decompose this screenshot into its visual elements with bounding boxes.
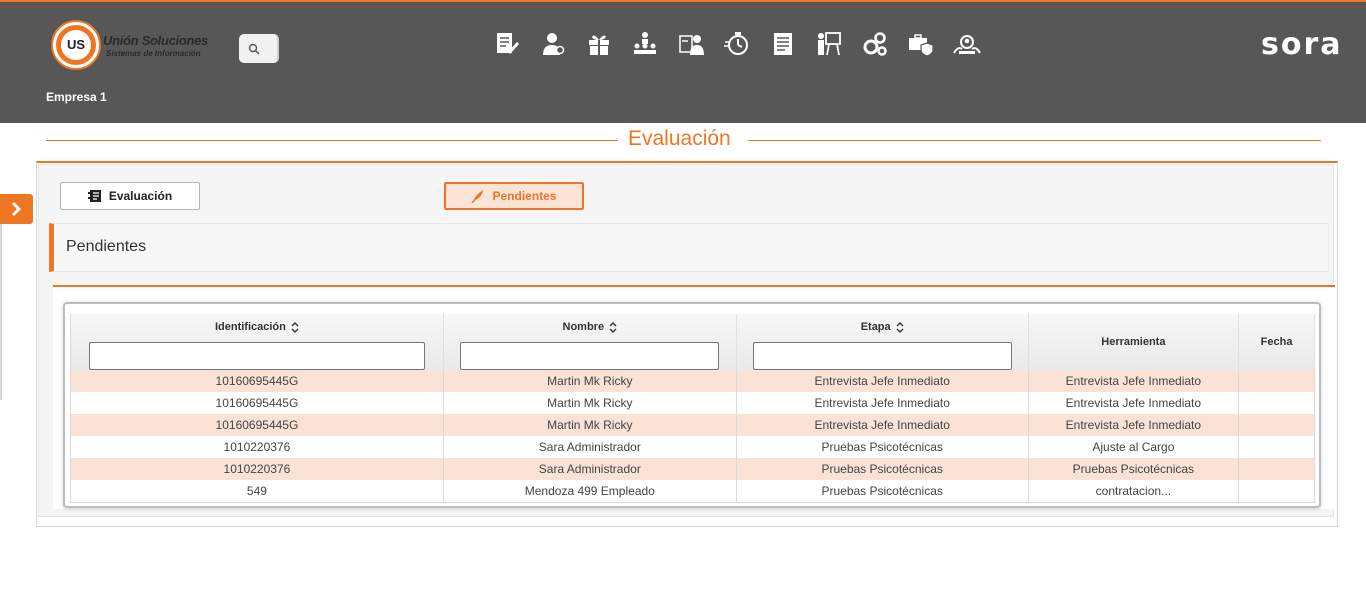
briefcase-shield-icon[interactable] [907,30,935,58]
logo-name: Unión Soluciones [103,33,208,48]
column-label: Etapa [860,321,891,333]
column-label: Nombre [562,321,605,333]
table-cell [1238,436,1315,458]
sort-icon[interactable] [609,321,617,333]
table-cell: Pruebas Psicotécnicas [1028,458,1240,480]
page-title: Evaluación [628,127,731,150]
table-row[interactable]: 10160695445G Martin Mk Ricky Entrevista Je… [70,370,1315,392]
chevron-right-icon [11,201,22,217]
column-header-nombre[interactable]: Nombre [443,314,737,370]
table-cell: Entrevista Jefe Inmediato [736,392,1029,414]
tab-pendientes[interactable]: Pendientes [444,182,584,210]
search-icon [248,43,260,55]
table-cell: Mendoza 499 Empleado [443,480,737,503]
table-cell: Sara Administrador [443,436,737,458]
logo-badge-text: US [61,30,91,60]
table-cell: Pruebas Psicotécnicas [736,436,1029,458]
table-cell [1238,414,1315,436]
table-cell: Sara Administrador [443,458,737,480]
table-cell: Entrevista Jefe Inmediato [736,370,1029,392]
sidebar-edge [0,224,2,400]
sort-icon[interactable] [896,321,904,333]
person-search-icon[interactable] [539,30,567,58]
table-row[interactable]: 1010220376 Sara Administrador Pruebas Psic… [70,436,1315,458]
table-cell: Entrevista Jefe Inmediato [1028,370,1240,392]
company-logo[interactable]: US Unión Soluciones Sistemas de Informac… [53,22,233,70]
report-list-icon[interactable] [769,30,797,58]
table-row[interactable]: 549 Mendoza 499 Empleado Pruebas Psicotécn… [70,480,1315,503]
logo-badge: US [53,22,99,68]
filter-etapa-input[interactable] [752,342,1012,370]
table-cell: Martin Mk Ricky [443,392,737,414]
search-button[interactable] [239,34,279,63]
grid-container: Identificación Nombre Etapa Herramienta … [53,285,1335,509]
top-header: US Unión Soluciones Sistemas de Informac… [0,0,1366,123]
table-row[interactable]: 10160695445G Martin Mk Ricky Entrevista Je… [70,414,1315,436]
table-cell: Ajuste al Cargo [1028,436,1240,458]
table-body: 10160695445G Martin Mk Ricky Entrevista Je… [70,370,1315,503]
table-row[interactable]: 10160695445G Martin Mk Ricky Entrevista Je… [70,392,1315,414]
table-cell: 1010220376 [70,436,444,458]
table-cell: 10160695445G [70,370,444,392]
table-cell: contratacion... [1028,480,1240,503]
table-cell: Entrevista Jefe Inmediato [1028,414,1240,436]
table-cell: Entrevista Jefe Inmediato [1028,392,1240,414]
table-cell: 1010220376 [70,458,444,480]
panel-body: Evaluación Pendientes Pendientes Identif… [38,164,1335,517]
sidebar-toggle-button[interactable] [0,194,33,224]
notebook-icon [87,190,101,202]
data-grid: Identificación Nombre Etapa Herramienta … [63,302,1321,508]
column-label: Identificación [214,321,286,333]
table-cell [1238,458,1315,480]
feather-pen-icon [471,190,484,203]
document-edit-icon[interactable] [493,30,521,58]
title-divider-right [748,140,1321,141]
gift-icon[interactable] [585,30,613,58]
title-divider-left [46,140,618,141]
table-cell [1238,480,1315,503]
table-cell: 10160695445G [70,414,444,436]
table-cell [1238,370,1315,392]
section-header: Pendientes [49,223,1329,272]
table-cell: 10160695445G [70,392,444,414]
filter-identificacion-input[interactable] [88,342,425,370]
people-magnify-icon[interactable] [953,30,981,58]
table-cell: Martin Mk Ricky [443,370,737,392]
table-cell: Pruebas Psicotécnicas [736,480,1029,503]
tab-evaluacion-label: Evaluación [108,189,173,203]
table-header-row: Identificación Nombre Etapa Herramienta … [70,314,1315,370]
brand-logo[interactable]: sora [1261,30,1343,60]
filter-nombre-input[interactable] [460,342,720,370]
person-id-icon[interactable] [677,30,705,58]
timer-icon[interactable] [723,30,751,58]
org-hierarchy-icon[interactable] [631,30,659,58]
sort-icon[interactable] [291,321,299,333]
table-cell: 549 [70,480,444,503]
company-name: Empresa 1 [46,90,107,104]
page-title-row: Evaluación [46,126,1321,154]
column-header-etapa[interactable]: Etapa [736,314,1029,370]
logo-tagline: Sistemas de Información [106,49,201,58]
column-header-herramienta: Herramienta [1028,314,1240,370]
gears-icon[interactable] [861,30,889,58]
table-cell [1238,392,1315,414]
main-panel: Evaluación Pendientes Pendientes Identif… [36,161,1338,527]
tab-pendientes-label: Pendientes [492,189,557,203]
table-cell: Entrevista Jefe Inmediato [736,414,1029,436]
section-title: Pendientes [66,238,147,255]
column-header-identificacion[interactable]: Identificación [70,314,444,370]
table-cell: Martin Mk Ricky [443,414,737,436]
table-row[interactable]: 1010220376 Sara Administrador Pruebas Psic… [70,458,1315,480]
tab-evaluacion[interactable]: Evaluación [60,182,200,210]
pending-table: Identificación Nombre Etapa Herramienta … [70,314,1315,503]
column-header-fecha: Fecha [1238,314,1315,370]
table-cell: Pruebas Psicotécnicas [736,458,1029,480]
presentation-icon[interactable] [815,30,843,58]
